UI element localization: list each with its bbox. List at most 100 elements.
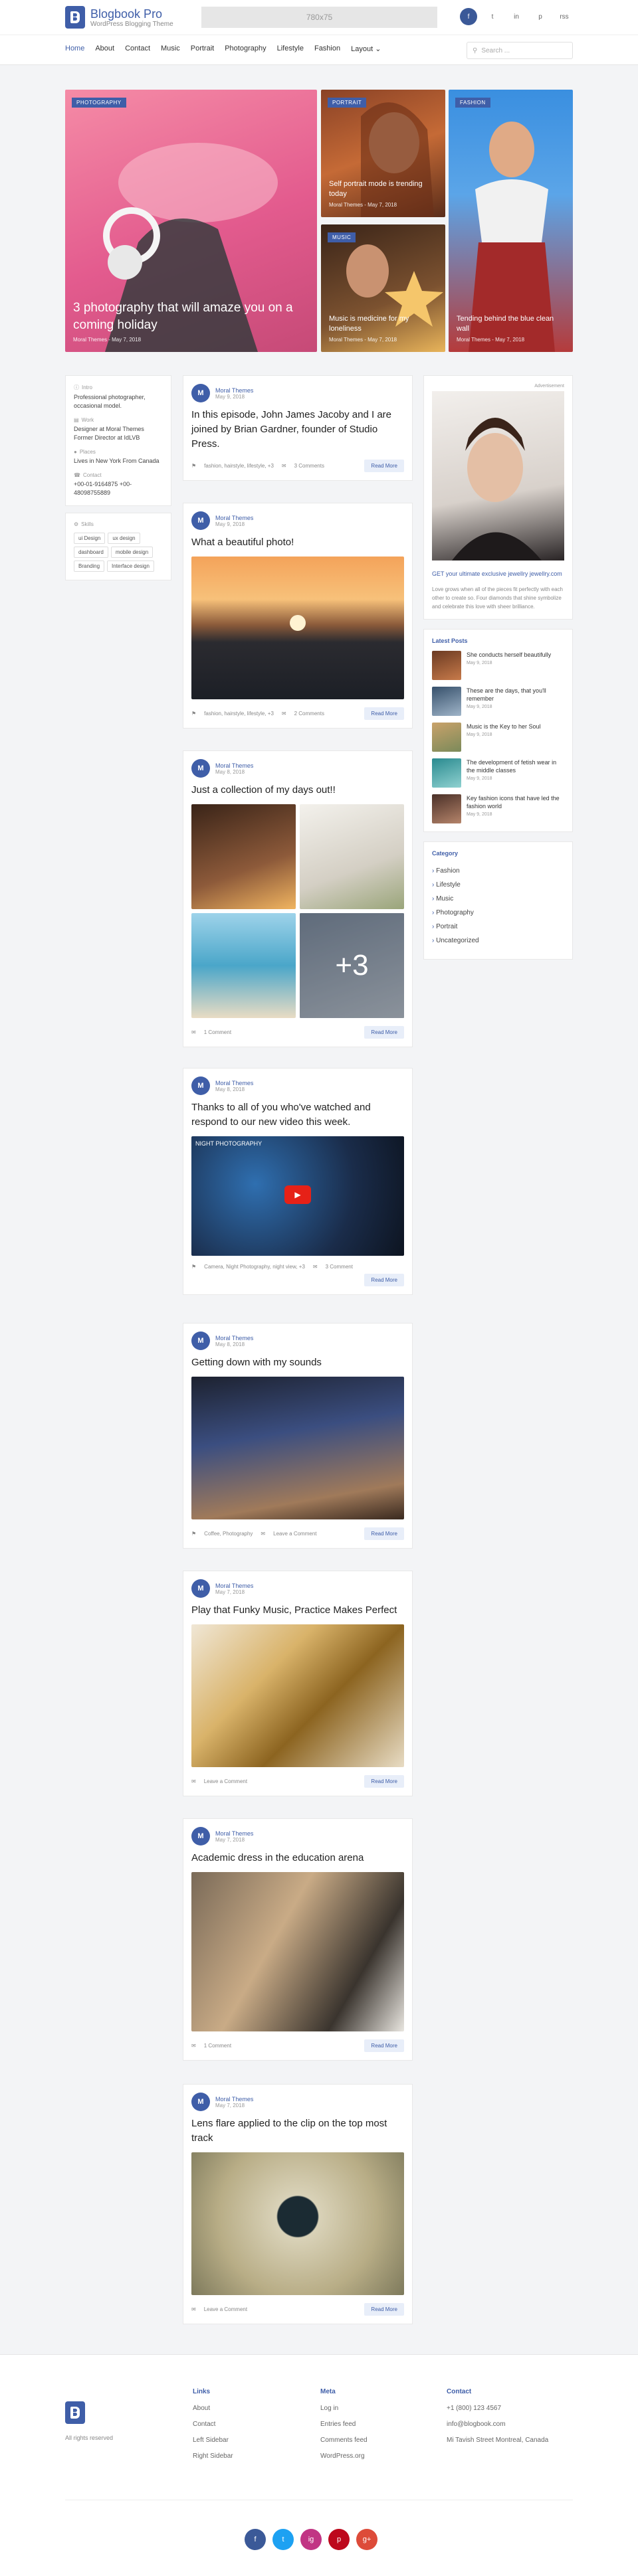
gallery-image[interactable] <box>191 913 296 1018</box>
post-title[interactable]: What a beautiful photo! <box>191 535 404 550</box>
coffee-photo[interactable] <box>191 1377 404 1519</box>
post-comments[interactable]: 3 Comment <box>326 1264 353 1270</box>
featured-post-portrait[interactable]: Portrait Self portrait mode is trending … <box>321 90 445 217</box>
post-author[interactable]: Moral Themes <box>215 1080 253 1086</box>
read-more-button[interactable]: Read More <box>364 1527 404 1540</box>
post-tags[interactable]: Coffee, Photography <box>204 1531 253 1537</box>
footer-link[interactable]: Contact <box>193 2421 233 2428</box>
category-link[interactable]: Lifestyle <box>432 881 564 889</box>
category-badge[interactable]: Music <box>328 232 356 242</box>
read-more-button[interactable]: Read More <box>364 2039 404 2052</box>
skill-tag[interactable]: Branding <box>74 560 105 572</box>
post-author[interactable]: Moral Themes <box>215 387 253 394</box>
brand-title[interactable]: Blogbook Pro <box>90 7 173 21</box>
skill-tag[interactable]: Interface design <box>107 560 154 572</box>
nav-lifestyle[interactable]: Lifestyle <box>277 44 304 53</box>
contact-email[interactable]: info@blogbook.com <box>447 2421 548 2428</box>
skill-tag[interactable]: ux design <box>108 533 140 544</box>
saxophone-photo[interactable] <box>191 1624 404 1767</box>
twitter-icon[interactable]: t <box>484 8 501 25</box>
featured-title[interactable]: Music is medicine for my loneliness <box>329 314 437 334</box>
rss-icon[interactable]: rss <box>556 8 573 25</box>
post-title[interactable]: Academic dress in the education arena <box>191 1851 404 1865</box>
nav-fashion[interactable]: Fashion <box>314 44 340 53</box>
featured-post-fashion[interactable]: Fashion Tending behind the blue clean wa… <box>449 90 573 352</box>
post-comments[interactable]: 3 Comments <box>294 463 324 469</box>
avatar[interactable]: M <box>191 511 210 530</box>
nav-contact[interactable]: Contact <box>125 44 150 53</box>
latest-post-item[interactable]: These are the days, that you'll remember… <box>432 687 564 716</box>
avatar[interactable]: M <box>191 759 210 778</box>
post-title[interactable]: In this episode, John James Jacoby and I… <box>191 408 404 452</box>
avatar[interactable]: M <box>191 1579 210 1598</box>
nav-layout[interactable]: Layout ⌄ <box>351 44 381 53</box>
footer-link[interactable]: Left Sidebar <box>193 2437 233 2444</box>
pinterest-icon[interactable]: p <box>328 2529 350 2550</box>
post-comments[interactable]: 1 Comment <box>204 1029 231 1035</box>
video-embed[interactable]: NIGHT PHOTOGRAPHY ▶ <box>191 1136 404 1256</box>
gallery-image[interactable] <box>300 804 404 909</box>
search-input[interactable]: ⚲ Search ... <box>467 42 573 59</box>
latest-post-item[interactable]: Music is the Key to her Soul May 9, 2018 <box>432 723 564 752</box>
skill-tag[interactable]: dashboard <box>74 547 108 558</box>
category-badge[interactable]: Fashion <box>455 98 490 108</box>
sunset-sea-image[interactable] <box>191 557 404 699</box>
featured-post-large[interactable]: Photography 3 photography that will amaz… <box>65 90 317 352</box>
post-title[interactable]: Lens flare applied to the clip on the to… <box>191 2116 404 2146</box>
header-ad-banner[interactable]: 780x75 <box>201 7 437 28</box>
post-title[interactable]: Play that Funky Music, Practice Makes Pe… <box>191 1603 404 1618</box>
nav-home[interactable]: Home <box>65 44 84 53</box>
category-link[interactable]: Photography <box>432 909 564 916</box>
latest-thumb[interactable] <box>432 794 461 823</box>
post-tags[interactable]: fashion, hairstyle, lifestyle, +3 <box>204 711 274 717</box>
post-comments[interactable]: 1 Comment <box>204 2043 231 2049</box>
post-author[interactable]: Moral Themes <box>215 1830 253 1837</box>
read-more-button[interactable]: Read More <box>364 1274 404 1286</box>
instagram-icon[interactable]: ig <box>300 2529 322 2550</box>
category-link[interactable]: Portrait <box>432 923 564 930</box>
latest-title[interactable]: These are the days, that you'll remember <box>467 687 564 703</box>
footer-logo-icon[interactable] <box>65 2401 85 2424</box>
skill-tag[interactable]: ui Design <box>74 533 106 544</box>
avatar[interactable]: M <box>191 1827 210 1846</box>
post-comments[interactable]: Leave a Comment <box>273 1531 316 1537</box>
featured-title[interactable]: 3 photography that will amaze you on a c… <box>73 300 309 334</box>
academic-photo[interactable] <box>191 1872 404 2031</box>
post-author[interactable]: Moral Themes <box>215 2096 253 2103</box>
gallery-image[interactable]: +3 <box>300 913 404 1018</box>
pinterest-icon[interactable]: p <box>532 8 549 25</box>
brand[interactable]: Blogbook Pro WordPress Blogging Theme <box>65 6 173 29</box>
latest-title[interactable]: Music is the Key to her Soul <box>467 723 541 730</box>
nav-music[interactable]: Music <box>161 44 180 53</box>
contact-phone[interactable]: +1 (800) 123 4567 <box>447 2405 548 2412</box>
post-author[interactable]: Moral Themes <box>215 1335 253 1341</box>
avatar[interactable]: M <box>191 1076 210 1095</box>
avatar[interactable]: M <box>191 1331 210 1350</box>
latest-thumb[interactable] <box>432 758 461 788</box>
post-comments[interactable]: Leave a Comment <box>204 2306 247 2312</box>
google-plus-icon[interactable]: g+ <box>356 2529 377 2550</box>
footer-link[interactable]: Comments feed <box>320 2437 368 2444</box>
category-link[interactable]: Uncategorized <box>432 937 564 944</box>
gallery-image[interactable] <box>191 804 296 909</box>
post-author[interactable]: Moral Themes <box>215 515 253 521</box>
category-link[interactable]: Music <box>432 895 564 902</box>
facebook-icon[interactable]: f <box>460 8 477 25</box>
post-comments[interactable]: 2 Comments <box>294 711 324 717</box>
latest-thumb[interactable] <box>432 651 461 680</box>
nav-photography[interactable]: Photography <box>225 44 266 53</box>
more-photos-count[interactable]: +3 <box>300 913 404 1018</box>
avatar[interactable]: M <box>191 2093 210 2111</box>
jewelry-ad-image[interactable] <box>432 391 564 560</box>
read-more-button[interactable]: Read More <box>364 1775 404 1788</box>
instagram-icon[interactable]: in <box>508 8 525 25</box>
read-more-button[interactable]: Read More <box>364 2303 404 2316</box>
latest-title[interactable]: Key fashion icons that have led the fash… <box>467 794 564 810</box>
featured-title[interactable]: Tending behind the blue clean wall <box>457 314 565 334</box>
latest-title[interactable]: The development of fetish wear in the mi… <box>467 758 564 774</box>
footer-link[interactable]: Log in <box>320 2405 368 2412</box>
latest-thumb[interactable] <box>432 723 461 752</box>
latest-post-item[interactable]: She conducts herself beautifully May 9, 2… <box>432 651 564 680</box>
post-tags[interactable]: fashion, hairstyle, lifestyle, +3 <box>204 463 274 469</box>
latest-thumb[interactable] <box>432 687 461 716</box>
